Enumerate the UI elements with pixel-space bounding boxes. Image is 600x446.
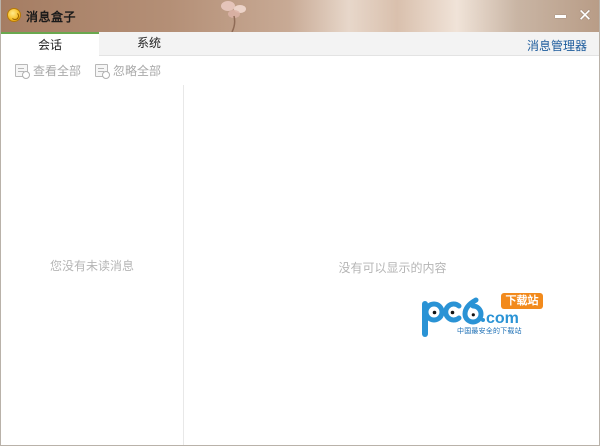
conversation-list-pane[interactable]: 您没有未读消息 [1,85,183,445]
message-content-pane[interactable]: 没有可以显示的内容 [184,85,599,445]
window-title: 消息盒子 [26,10,77,24]
ignore-all-label: 忽略全部 [113,64,162,78]
ignore-all-icon [95,64,110,79]
close-icon: ✕ [577,6,593,26]
minimize-icon [554,15,566,18]
view-all-icon [15,64,30,79]
tab-session[interactable]: 会话 [1,32,99,57]
title-bar[interactable]: 消息盒子 ✕ [1,0,599,32]
view-all-button[interactable]: 查看全部 [15,63,81,79]
flower-decoration-icon [221,1,246,32]
close-button[interactable]: ✕ [575,6,595,26]
toolbar: 查看全部 忽略全部 [1,57,599,85]
no-unread-message-text: 您没有未读消息 [49,259,134,273]
message-box-window: 消息盒子 ✕ 会话 系统 消息管理器 查看全部 忽略全部 您没有未读消息 没有可… [0,0,600,446]
svg-text:com: com [486,310,519,327]
pc6-watermark: com 下载站 中国最安全的下载站 [421,290,551,338]
tab-bar: 会话 系统 消息管理器 [1,32,599,57]
view-all-label: 查看全部 [33,64,82,78]
message-manager-link[interactable]: 消息管理器 [527,37,587,54]
no-content-text: 没有可以显示的内容 [338,261,447,275]
watermark-tagline: 中国最安全的下载站 [457,327,522,335]
ignore-all-button[interactable]: 忽略全部 [95,63,161,79]
tab-system[interactable]: 系统 [100,32,198,56]
download-site-badge: 下载站 [501,293,543,309]
app-logo-icon [7,8,21,22]
minimize-button[interactable] [550,6,570,26]
